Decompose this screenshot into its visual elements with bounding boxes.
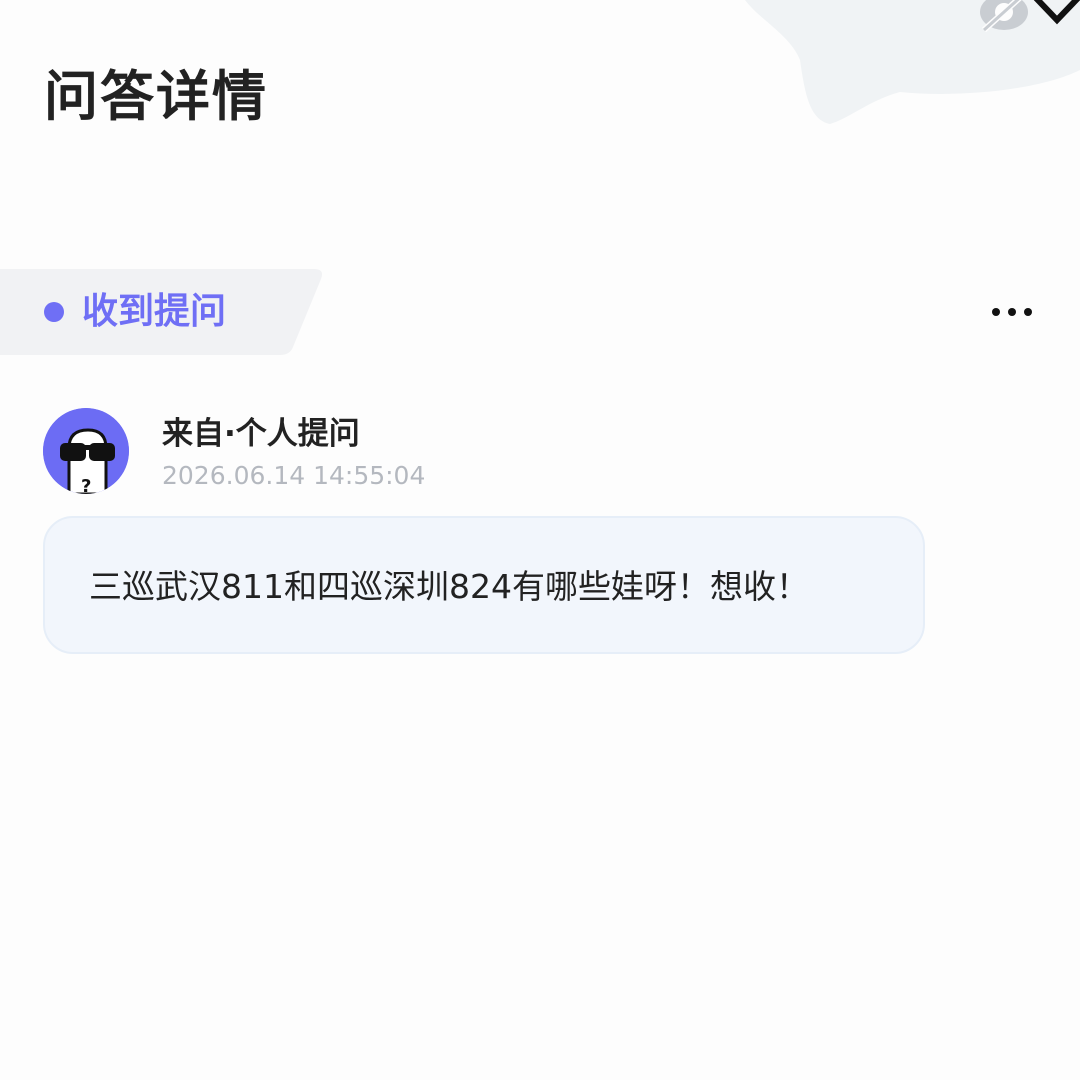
page-title: 问答详情 <box>44 65 268 128</box>
question-timestamp: 2026.06.14 14:55:04 <box>162 461 426 490</box>
avatar-sunglasses-icon: ? <box>43 408 129 494</box>
question-source: 来自·个人提问 <box>162 416 360 452</box>
question-bubble[interactable]: 三巡武汉811和四巡深圳824有哪些娃呀！想收！ <box>43 516 925 654</box>
svg-text:?: ? <box>81 476 91 494</box>
avatar[interactable]: ? <box>43 408 129 494</box>
section-dot <box>44 302 64 322</box>
header-actions <box>880 0 1080 40</box>
shield-icon[interactable] <box>1032 0 1080 42</box>
more-icon-dot <box>992 308 1000 316</box>
visibility-off-icon[interactable] <box>976 0 1032 38</box>
section-label: 收到提问 <box>82 291 227 332</box>
more-button[interactable] <box>988 296 1036 328</box>
more-icon-dot <box>1008 308 1016 316</box>
more-icon-dot <box>1024 308 1032 316</box>
question-text: 三巡武汉811和四巡深圳824有哪些娃呀！想收！ <box>89 567 809 606</box>
